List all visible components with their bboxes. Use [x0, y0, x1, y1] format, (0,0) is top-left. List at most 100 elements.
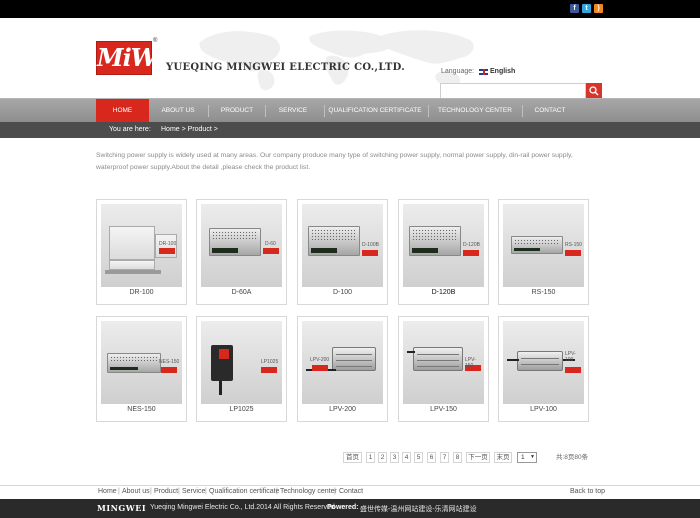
search-input[interactable]	[440, 83, 586, 99]
product-name[interactable]: LPV-150	[399, 406, 488, 413]
waterproof-unit	[517, 351, 563, 371]
product-name[interactable]: D-60A	[197, 289, 286, 296]
model-tag	[565, 367, 581, 373]
product-card[interactable]: DR-100 DR-100	[96, 199, 187, 305]
breadcrumb-path[interactable]: Home > Product >	[161, 122, 218, 138]
psu-mesh	[514, 239, 560, 246]
product-name[interactable]: LP1025	[197, 406, 286, 413]
product-image[interactable]: D-120B	[403, 204, 484, 287]
product-name[interactable]: NES-150	[97, 406, 186, 413]
pager-next[interactable]: 下一页	[466, 452, 490, 463]
pager-page[interactable]: 8	[453, 452, 462, 463]
waterproof-unit	[332, 347, 376, 371]
model-tag	[263, 248, 279, 254]
input-cable	[507, 359, 519, 361]
nav-product[interactable]: PRODUCT	[212, 99, 262, 123]
product-image[interactable]: LPV-150	[403, 321, 484, 404]
product-card[interactable]: NES-150 NES-150	[96, 316, 187, 422]
footer-link-about[interactable]: About us	[122, 488, 150, 495]
product-card[interactable]: LPV-150 LPV-150	[398, 316, 489, 422]
back-to-top-link[interactable]: Back to top	[570, 488, 605, 495]
footer-link-technology[interactable]: Technology center	[280, 488, 337, 495]
pager-page[interactable]: 4	[402, 452, 411, 463]
search-button[interactable]	[586, 83, 602, 99]
product-name[interactable]: LPV-100	[499, 406, 588, 413]
product-image[interactable]: D-100B	[302, 204, 383, 287]
product-image[interactable]: D-60	[201, 204, 282, 287]
nav-technology-center[interactable]: TECHNOLOGY CENTER	[432, 99, 518, 123]
product-name[interactable]: D-100	[298, 289, 387, 296]
model-label: NES-150	[159, 359, 180, 365]
din-rail-base	[109, 260, 155, 270]
company-name: YUEQING MINGWEI ELECTRIC CO.,LTD.	[166, 62, 405, 73]
model-label: LP1025	[261, 359, 279, 365]
psu-unit	[409, 226, 461, 256]
breadcrumb: You are here: Home > Product >	[0, 122, 700, 138]
search-icon	[589, 86, 599, 96]
nav-qualification-certificate[interactable]: QUALIFICATION CERTIFICATE	[328, 99, 422, 123]
product-image[interactable]: RS-150	[503, 204, 584, 287]
footer-link-contact[interactable]: Contact	[339, 488, 363, 495]
footer-logo: MINGWEI	[97, 503, 147, 513]
nav-about-us[interactable]: ABOUT US	[153, 99, 203, 123]
product-name[interactable]: D-120B	[399, 289, 488, 296]
fin	[521, 358, 559, 359]
footer-powered-link[interactable]: 盛世传媒-温州网站建设-乐清网站建设	[360, 504, 477, 514]
twitter-icon[interactable]: t	[582, 4, 591, 13]
model-tag	[565, 250, 581, 256]
product-image[interactable]: DR-100	[101, 204, 182, 287]
psu-terminals	[514, 248, 540, 251]
rss-icon[interactable]: )	[594, 4, 603, 13]
pager-page[interactable]: 1	[366, 452, 375, 463]
product-card[interactable]: LPV-100 LPV-100	[498, 316, 589, 422]
pager-page[interactable]: 5	[414, 452, 423, 463]
pager-page[interactable]: 3	[390, 452, 399, 463]
model-label: LPV-100	[565, 351, 576, 363]
facebook-icon[interactable]: f	[570, 4, 579, 13]
product-name[interactable]: RS-150	[499, 289, 588, 296]
fin	[521, 364, 559, 365]
product-card[interactable]: D-60 D-60A	[196, 199, 287, 305]
page-select[interactable]: 1	[517, 452, 537, 463]
pager-first[interactable]: 首页	[343, 452, 362, 463]
model-label: D-100B	[362, 242, 379, 248]
pager-page[interactable]: 7	[440, 452, 449, 463]
product-card[interactable]: RS-150 RS-150	[498, 199, 589, 305]
pager-last[interactable]: 末页	[494, 452, 512, 463]
footer-link-qualification[interactable]: Qualification certificate	[209, 488, 279, 495]
product-image[interactable]: LP1025	[201, 321, 282, 404]
nav-service[interactable]: SERVICE	[268, 99, 318, 123]
product-image[interactable]: LPV-200	[302, 321, 383, 404]
product-card[interactable]: D-100B D-100	[297, 199, 388, 305]
model-tag	[159, 248, 175, 254]
pager-page[interactable]: 6	[427, 452, 436, 463]
product-card[interactable]: LP1025 LP1025	[196, 316, 287, 422]
product-image[interactable]: NES-150	[101, 321, 182, 404]
uk-flag-icon[interactable]	[479, 69, 488, 75]
waterproof-unit	[413, 347, 463, 371]
footer-link-service[interactable]: Service	[182, 488, 205, 495]
footer-link-product[interactable]: Product	[154, 488, 178, 495]
footer-separator: |	[205, 488, 207, 495]
language-selector[interactable]: English	[490, 68, 515, 75]
pager-page[interactable]: 2	[378, 452, 387, 463]
product-name[interactable]: DR-100	[97, 289, 186, 296]
psu-unit	[511, 236, 563, 254]
model-label: RS-150	[565, 242, 582, 248]
breadcrumb-label: You are here:	[109, 126, 151, 133]
fin	[417, 354, 459, 355]
nav-home[interactable]: HOME	[96, 99, 149, 123]
psu-mesh	[412, 229, 458, 241]
nav-contact[interactable]: CONTACT	[525, 99, 575, 123]
product-name[interactable]: LPV-200	[298, 406, 387, 413]
footer-separator: |	[334, 488, 336, 495]
product-card[interactable]: LPV-200 LPV-200	[297, 316, 388, 422]
site-logo[interactable]: MiWi	[96, 41, 165, 75]
model-tag	[362, 250, 378, 256]
model-tag	[161, 367, 177, 373]
input-cable	[407, 351, 415, 353]
product-card[interactable]: D-120B D-120B	[398, 199, 489, 305]
product-image[interactable]: LPV-100	[503, 321, 584, 404]
footer-link-home[interactable]: Home	[98, 488, 117, 495]
psu-unit	[308, 226, 360, 256]
